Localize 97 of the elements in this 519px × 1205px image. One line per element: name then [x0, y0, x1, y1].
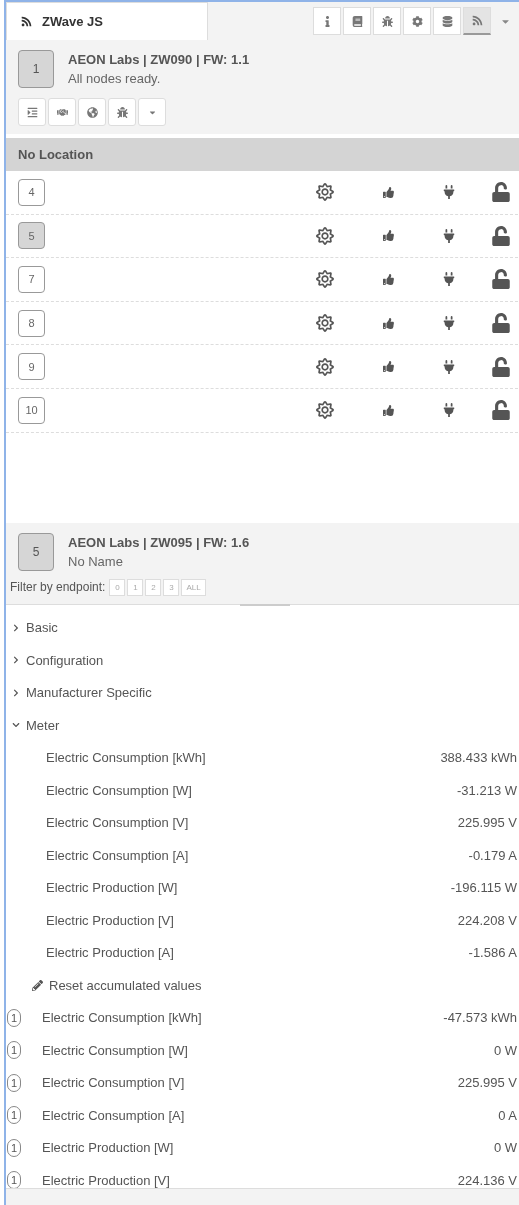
- unlock-icon: [491, 400, 511, 421]
- location-header: No Location: [6, 138, 519, 171]
- value-reading: -196.115 W: [450, 880, 517, 896]
- node-button[interactable]: 10: [18, 396, 45, 424]
- plug-icon: [442, 359, 456, 374]
- node-button[interactable]: 5: [18, 222, 45, 250]
- database-button[interactable]: [433, 7, 461, 35]
- class-item[interactable]: Manufacturer Specific: [6, 676, 519, 710]
- unlock-icon: [491, 225, 511, 246]
- thumbs-up-icon: [382, 274, 394, 285]
- globe-button[interactable]: [78, 98, 106, 126]
- resize-handle[interactable]: [239, 603, 290, 606]
- class-name: Configuration: [26, 652, 104, 668]
- sun-icon: [316, 226, 334, 245]
- feed-icon: [471, 15, 483, 26]
- plug-icon: [442, 228, 456, 243]
- sun-icon: [316, 270, 334, 289]
- tab[interactable]: ZWave JS: [6, 2, 208, 40]
- node-button[interactable]: 8: [18, 309, 45, 337]
- value-reading: 225.995 V: [457, 1075, 517, 1091]
- node-badge[interactable]: 1: [18, 50, 54, 88]
- value-label: Electric Consumption [A]: [42, 1107, 185, 1123]
- gear-button[interactable]: [403, 7, 431, 35]
- indent-button[interactable]: [18, 98, 46, 126]
- value-label: Electric Consumption [A]: [46, 847, 189, 863]
- reset-action[interactable]: Reset accumulated values: [6, 969, 519, 1002]
- value-reading: 224.136 V: [457, 1172, 517, 1188]
- unlock-icon: [491, 313, 511, 334]
- sun-icon: [316, 314, 334, 333]
- plug-icon: [442, 403, 456, 418]
- plug-icon: [442, 316, 456, 331]
- globe-icon: [86, 106, 98, 118]
- class-item[interactable]: Meter: [6, 709, 519, 742]
- thumbs-up-icon: [382, 186, 394, 198]
- value-reading: 0 W: [493, 1140, 517, 1156]
- unlock-icon: [491, 182, 511, 203]
- value-reading: -31.213 W: [457, 782, 517, 798]
- value-label: Electric Production [V]: [46, 912, 174, 928]
- bug-button[interactable]: [108, 98, 136, 126]
- filter-label: Filter by endpoint:: [10, 580, 106, 595]
- value-label: Electric Consumption [W]: [46, 782, 192, 798]
- indent-icon: [26, 106, 38, 118]
- value-reading: -0.179 A: [468, 847, 517, 863]
- node-button[interactable]: 4: [18, 178, 45, 206]
- node-title: AEON Labs | ZW095 | FW: 1.6: [68, 534, 250, 550]
- bug-button[interactable]: [373, 7, 401, 35]
- handshake-icon: [56, 106, 68, 118]
- bug-icon: [116, 106, 128, 118]
- value-label: Electric Production [A]: [46, 945, 174, 961]
- book-icon: [351, 15, 363, 27]
- class-item[interactable]: Basic: [6, 611, 519, 645]
- thumbs-up-icon: [382, 361, 394, 373]
- value-label: Electric Consumption [kWh]: [42, 1010, 202, 1026]
- bug-icon: [381, 15, 393, 27]
- plug-icon: [442, 272, 456, 287]
- handshake-button[interactable]: [48, 98, 76, 126]
- value-reading: 0 A: [498, 1107, 517, 1123]
- pencil-icon: [32, 979, 43, 991]
- thumbs-up-icon: [382, 230, 394, 242]
- value-label: Electric Consumption [kWh]: [46, 750, 206, 766]
- unlock-icon: [491, 356, 511, 377]
- class-item[interactable]: Configuration: [6, 644, 519, 677]
- sun-icon: [316, 183, 334, 202]
- feed-button[interactable]: [463, 7, 491, 35]
- thumbs-up-icon: [382, 317, 394, 329]
- controller-title: AEON Labs | ZW090 | FW: 1.1: [68, 52, 250, 67]
- controller-status: All nodes ready.: [68, 71, 162, 86]
- value-reading: -47.573 kWh: [443, 1010, 517, 1026]
- class-name: Basic: [26, 620, 58, 636]
- node-button[interactable]: 7: [18, 266, 45, 293]
- database-icon: [441, 15, 453, 27]
- value-reading: 0 W: [493, 1042, 517, 1058]
- class-name: Meter: [26, 717, 60, 733]
- node-name: No Name: [68, 553, 124, 569]
- sun-icon: [316, 401, 334, 420]
- book-button[interactable]: [343, 7, 371, 35]
- plug-icon: [442, 185, 456, 200]
- info-button[interactable]: [313, 7, 341, 35]
- value-reading: 388.433 kWh: [440, 750, 517, 766]
- value-label: Electric Production [V]: [42, 1172, 170, 1188]
- value-label: Electric Production [W]: [42, 1140, 174, 1156]
- value-reading: -1.586 A: [468, 945, 517, 961]
- node-badge[interactable]: 5: [18, 532, 54, 571]
- value-label: Electric Consumption [V]: [46, 815, 189, 831]
- value-label: Electric Production [W]: [46, 880, 178, 896]
- feed-icon: [21, 16, 32, 27]
- class-name: Manufacturer Specific: [26, 685, 152, 701]
- gear-icon: [411, 15, 423, 27]
- value-reading: 225.995 V: [457, 815, 517, 831]
- action-label: Reset accumulated values: [49, 977, 202, 993]
- node-button[interactable]: 9: [18, 353, 45, 381]
- thumbs-up-icon: [382, 404, 394, 416]
- unlock-icon: [491, 269, 511, 290]
- value-label: Electric Consumption [V]: [42, 1075, 185, 1091]
- value-reading: 224.208 V: [457, 912, 517, 928]
- sun-icon: [316, 357, 334, 376]
- value-label: Electric Consumption [W]: [42, 1042, 188, 1058]
